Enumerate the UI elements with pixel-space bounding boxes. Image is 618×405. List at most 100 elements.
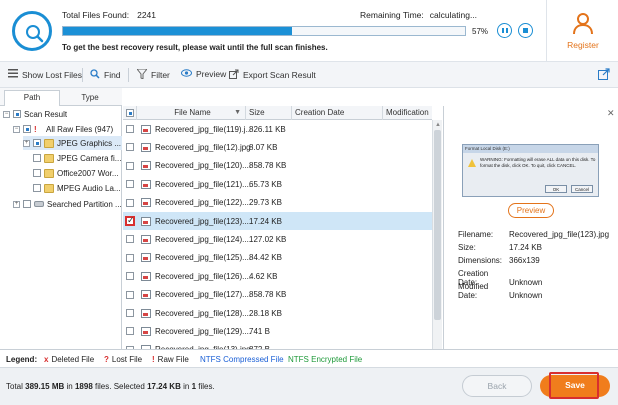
row-checkbox[interactable] [126, 180, 134, 189]
table-row[interactable]: Recovered_jpg_file(128).... 28.18 KB [123, 304, 432, 322]
row-checkbox[interactable] [126, 327, 134, 336]
image-file-icon [141, 326, 151, 336]
remaining-time: Remaining Time: calculating... [360, 10, 477, 20]
row-checkbox[interactable] [126, 235, 134, 244]
scroll-up-icon[interactable]: ▲ [435, 122, 441, 128]
total-files-found-label: Total Files Found: [62, 10, 130, 20]
pause-scan-button[interactable] [497, 23, 512, 38]
tree-node-jpeg-camera[interactable]: JPEG Camera fi... [33, 151, 121, 165]
select-all-column[interactable] [123, 106, 137, 120]
tree-node-scan-result[interactable]: − Scan Result [3, 107, 67, 121]
row-checkbox-cell[interactable] [123, 198, 137, 207]
row-checkbox-cell[interactable] [123, 125, 137, 133]
tree-node-jpeg-graphics[interactable]: + JPEG Graphics ... [23, 136, 122, 150]
expand-icon[interactable]: + [23, 139, 30, 147]
register-button[interactable]: Register [546, 0, 618, 62]
image-file-icon [141, 124, 151, 134]
summary-total-prefix: Total [6, 382, 23, 391]
row-checkbox[interactable] [126, 272, 134, 281]
table-row[interactable]: Recovered_jpg_file(127).... 858.78 KB [123, 286, 432, 304]
filter-button[interactable]: Filter [135, 68, 170, 81]
expand-icon[interactable]: + [13, 200, 20, 208]
save-button[interactable]: Save [540, 375, 610, 397]
table-row[interactable]: Recovered_jpg_file(122).... 29.73 KB [123, 194, 432, 212]
column-creation-date[interactable]: Creation Date [292, 106, 383, 120]
tree-checkbox[interactable] [23, 200, 31, 208]
thumbnail-ok-button: OK [545, 185, 567, 193]
row-checkbox[interactable] [126, 125, 134, 133]
back-button[interactable]: Back [462, 375, 532, 397]
meta-filename: Filename: Recovered_jpg_file(123).jpg [458, 230, 609, 239]
collapse-icon[interactable]: − [3, 110, 10, 118]
column-size[interactable]: Size [246, 106, 292, 120]
row-checkbox-cell[interactable] [123, 161, 137, 170]
select-all-checkbox[interactable] [126, 109, 134, 117]
row-checkbox-cell[interactable] [123, 309, 137, 317]
row-checkbox-checked[interactable] [125, 215, 135, 226]
row-checkbox-cell[interactable] [123, 290, 137, 299]
row-checkbox-cell[interactable] [123, 143, 137, 152]
table-row[interactable]: Recovered_jpg_file(12).jpg 8.07 KB [123, 138, 432, 156]
table-row[interactable]: Recovered_jpg_file(126).... 4.62 KB [123, 267, 432, 285]
file-list: File Name ▼ Size Creation Date Modificat… [123, 106, 432, 349]
row-checkbox-cell[interactable] [123, 327, 137, 336]
tree-node-office2007[interactable]: Office2007 Wor... [33, 166, 119, 180]
table-row[interactable]: Recovered_jpg_file(125).... 84.42 KB [123, 249, 432, 267]
preview-toolbar-button[interactable]: Preview [181, 69, 226, 79]
row-checkbox[interactable] [126, 143, 134, 152]
toolbar: Show Lost Files Find Filter Preview Expo… [0, 62, 618, 88]
table-row[interactable]: Recovered_jpg_file(121).... 65.73 KB [123, 175, 432, 193]
row-checkbox[interactable] [126, 198, 134, 207]
table-row[interactable]: Recovered_jpg_file(13).jpg872 B [123, 341, 432, 349]
tab-path[interactable]: Path [4, 90, 60, 107]
row-file-name: Recovered_jpg_file(124).... [155, 234, 251, 244]
tree-checkbox[interactable] [33, 154, 41, 162]
export-share-icon[interactable] [598, 68, 610, 82]
raw-mark-icon: ! [152, 355, 155, 364]
file-list-scrollbar[interactable]: ▲ [432, 120, 442, 349]
table-row[interactable]: Recovered_jpg_file(120).... 858.78 KB [123, 157, 432, 175]
row-checkbox-cell[interactable] [123, 272, 137, 281]
row-checkbox[interactable] [126, 290, 134, 299]
table-row[interactable]: Recovered_jpg_file(119).j... 826.11 KB [123, 120, 432, 138]
stop-scan-button[interactable] [518, 23, 533, 38]
close-preview-icon[interactable]: ✕ [607, 108, 615, 119]
preview-button[interactable]: Preview [508, 203, 554, 218]
row-checkbox-cell[interactable] [123, 253, 137, 262]
show-lost-files-button[interactable]: Show Lost Files [8, 69, 82, 80]
summary-total-files: 1898 [74, 382, 93, 391]
row-checkbox[interactable] [126, 253, 134, 262]
tree-checkbox[interactable] [33, 139, 41, 147]
tree-node-mpeg-audio[interactable]: MPEG Audio La... [33, 181, 121, 195]
column-file-name[interactable]: File Name ▼ [137, 106, 246, 120]
table-row[interactable]: Recovered_jpg_file(123)....17.24 KB [123, 212, 432, 230]
sort-arrow-icon[interactable]: ▼ [234, 106, 241, 120]
lost-mark-icon: ? [104, 355, 109, 364]
scrollbar-thumb[interactable] [434, 130, 441, 320]
tree-checkbox[interactable] [13, 110, 21, 118]
toolbar-separator [128, 68, 129, 82]
tree-checkbox[interactable] [33, 184, 41, 192]
tree-checkbox[interactable] [23, 125, 31, 133]
table-row[interactable]: Recovered_jpg_file(129).... 741 B [123, 322, 432, 340]
export-scan-result-button[interactable]: Export Scan Result [229, 69, 316, 81]
tab-type[interactable]: Type [62, 91, 118, 106]
find-button[interactable]: Find [90, 69, 121, 81]
row-file-size: 858.78 KB [249, 161, 287, 171]
column-modification[interactable]: Modification [383, 106, 432, 120]
row-checkbox-cell[interactable] [123, 180, 137, 189]
collapse-icon[interactable]: − [13, 125, 20, 133]
tree-node-all-raw-files[interactable]: − ! All Raw Files (947) [13, 122, 113, 136]
tree-node-searched-partition[interactable]: + Searched Partition ... [13, 197, 122, 211]
row-checkbox[interactable] [126, 309, 134, 317]
tree-checkbox[interactable] [33, 169, 41, 177]
row-checkbox[interactable] [126, 161, 134, 170]
summary-selected-files: 1 [191, 382, 197, 391]
table-row[interactable]: Recovered_jpg_file(124).... 127.02 KB [123, 230, 432, 248]
funnel-icon [135, 68, 149, 81]
row-checkbox-cell[interactable] [123, 235, 137, 244]
tree-tabs: Path Type [0, 88, 122, 107]
legend-raw: ! Raw File [152, 355, 189, 364]
row-file-size: 858.78 KB [249, 290, 287, 300]
row-checkbox-cell[interactable] [123, 215, 137, 226]
